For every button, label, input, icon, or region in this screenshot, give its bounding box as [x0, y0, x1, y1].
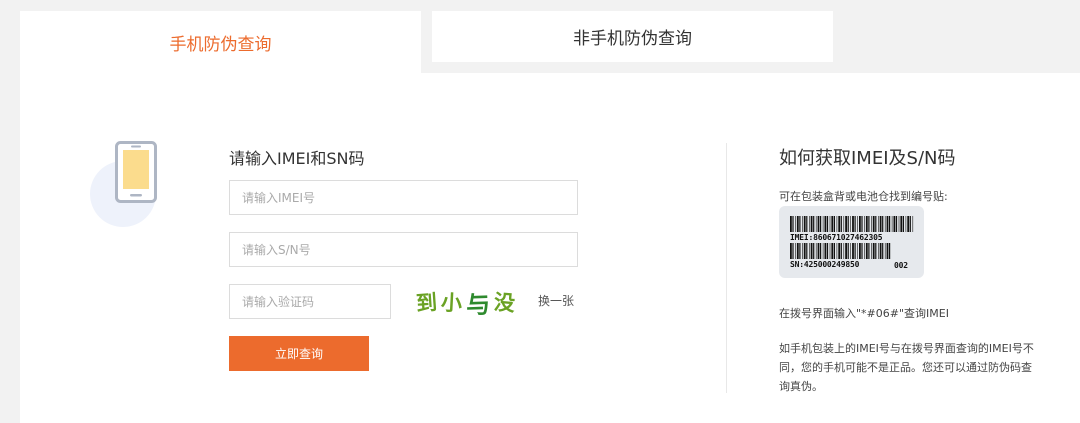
tab-phone-query[interactable]: 手机防伪查询: [20, 11, 421, 73]
help-title: 如何获取IMEI及S/N码: [779, 148, 956, 169]
barcode-code-text: 002: [894, 261, 908, 270]
captcha-char: 到: [414, 289, 438, 316]
sn-input[interactable]: [229, 232, 578, 267]
captcha-char: 与: [465, 289, 491, 319]
help-text-dial-code: 在拨号界面输入"*#06#"查询IMEI: [779, 307, 949, 320]
barcode-sn-text: SN:425000249850: [790, 260, 860, 269]
refresh-captcha-link[interactable]: 换一张: [538, 292, 574, 309]
barcode-sticker-image: IMEI:860671027462305 SN:425000249850 002: [779, 206, 924, 278]
help-text-warning: 如手机包装上的IMEI号与在拨号界面查询的IMEI号不同，您的手机可能不是正品。…: [779, 342, 1034, 393]
captcha-char: 没: [492, 289, 516, 316]
barcode-imei-text: IMEI:860671027462305: [790, 233, 883, 242]
phone-icon: [115, 141, 157, 203]
phone-illustration: [90, 141, 170, 231]
imei-input[interactable]: [229, 180, 578, 215]
verification-code-input[interactable]: [229, 284, 391, 319]
form-title: 请输入IMEI和SN码: [229, 149, 365, 168]
captcha-char: 小: [439, 289, 463, 316]
submit-query-button[interactable]: 立即查询: [229, 336, 369, 371]
query-panel: 请输入IMEI和SN码 到 小 与 没 换一张 立即查询 如何获取IMEI及S/…: [20, 73, 1080, 423]
help-text-label-location: 可在包装盒背或电池仓找到编号贴:: [779, 190, 948, 203]
vertical-divider: [726, 143, 727, 393]
tab-non-phone-query[interactable]: 非手机防伪查询: [432, 11, 833, 62]
captcha-image[interactable]: 到 小 与 没: [412, 285, 518, 319]
